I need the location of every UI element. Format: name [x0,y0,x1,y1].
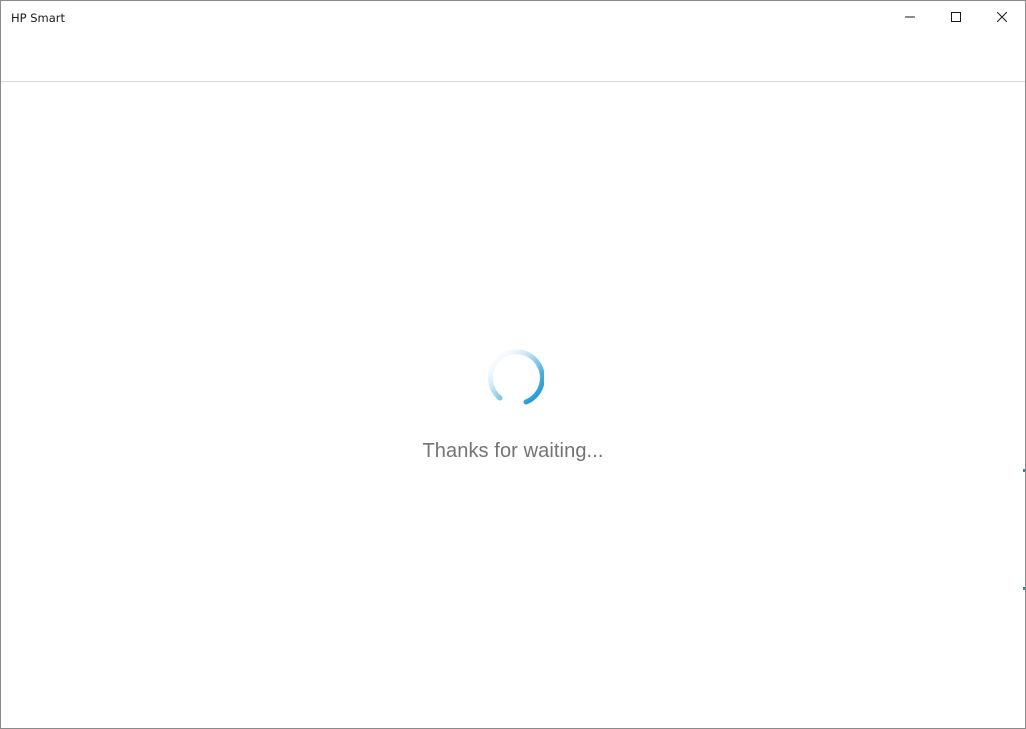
edge-marker [1023,587,1025,590]
maximize-button[interactable] [933,1,979,33]
loading-message: Thanks for waiting... [422,440,604,462]
edge-marker [1023,469,1025,472]
minimize-icon [905,16,915,18]
minimize-button[interactable] [887,1,933,33]
caption-buttons [887,1,1025,33]
main-content: Thanks for waiting... [1,82,1025,728]
app-window: HP Smart Thanks for waiting... [0,0,1026,729]
window-title: HP Smart [11,11,66,25]
maximize-icon [951,12,961,22]
title-bar[interactable]: HP Smart [1,1,1025,82]
close-icon [997,12,1007,22]
loading-spinner-icon [487,349,544,405]
close-button[interactable] [979,1,1025,33]
